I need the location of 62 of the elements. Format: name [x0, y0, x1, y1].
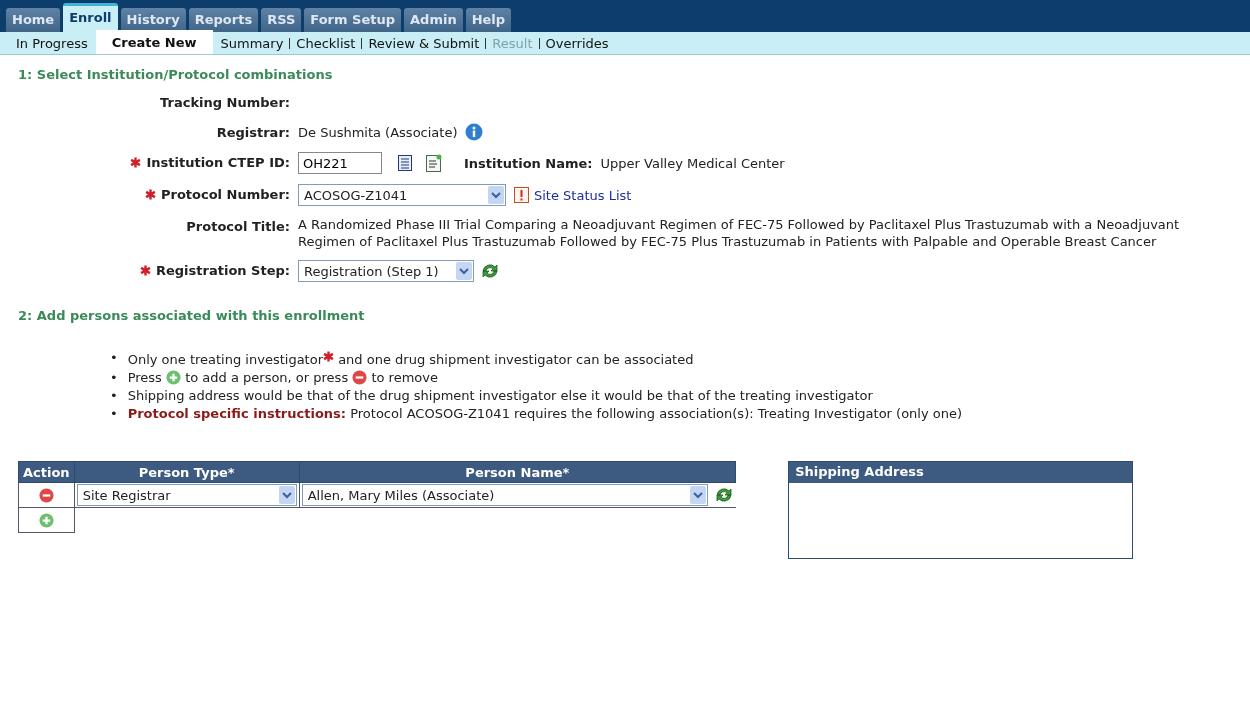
field-value: A Randomized Phase III Trial Comparing a Neoadjuvant Regimen of FEC-75 Followed by Paclitaxel Plus Trastuzumab with a Neoadjuvant Regimen of Paclitaxel Plus Trastuzumab Followed by FEC-75 Plus Trastuzumab in Patients with Palpable and Operable Breast Cancer — [298, 216, 1181, 250]
list-icon[interactable] — [398, 155, 412, 171]
instruction-text: Press to add a person, or press to remove — [127, 369, 438, 387]
site-status-link[interactable]: Site Status List — [534, 187, 632, 203]
document-icon[interactable] — [426, 154, 442, 172]
field-value: Upper Valley Medical Center — [600, 155, 785, 171]
subnav-link[interactable]: Summary — [214, 34, 290, 54]
required-icon — [140, 265, 151, 276]
alert-icon — [514, 186, 530, 204]
subnav-link[interactable]: In Progress — [10, 34, 94, 54]
nav-tab[interactable]: Admin — [404, 8, 463, 32]
subnav-link[interactable]: Review & Submit — [362, 34, 486, 54]
remove-icon[interactable] — [38, 487, 54, 503]
nav-tab[interactable]: Reports — [188, 8, 259, 32]
required-icon — [144, 189, 156, 200]
nav-tab[interactable]: Form Setup — [304, 8, 401, 32]
remove-icon[interactable] — [352, 370, 368, 385]
refresh-icon[interactable] — [480, 262, 500, 280]
add-icon[interactable] — [38, 512, 54, 528]
field-value: De Sushmita (Associate) — [298, 124, 458, 140]
protocol-dropdown[interactable]: ACOSOG-Z1041 — [298, 184, 506, 206]
required-icon — [323, 351, 334, 362]
bullet-marker: • — [110, 405, 118, 423]
bullet-marker: • — [110, 349, 118, 367]
info-icon[interactable] — [465, 123, 484, 141]
caret-icon — [488, 186, 504, 204]
instruction-text: Shipping address would be that of the drug shipment investigator else it would be that of the treating investigator — [127, 387, 873, 405]
subnav-link[interactable]: Overrides — [539, 34, 615, 54]
instruction-text: Only one treating investigator and one drug shipment investigator can be associated — [127, 350, 694, 369]
add-icon[interactable] — [166, 370, 182, 385]
nav-tab[interactable]: Home — [6, 8, 61, 32]
field-label: Protocol Number: — [160, 187, 290, 202]
person-name-dropdown[interactable]: Allen, Mary Miles (Associate) — [301, 484, 708, 506]
caret-icon — [456, 262, 472, 280]
ctep-id-field[interactable]: OH221 — [298, 152, 382, 174]
caret-icon — [278, 486, 295, 504]
registration-step-dropdown[interactable]: Registration (Step 1) — [298, 260, 474, 282]
bullet-marker: • — [110, 369, 118, 387]
instruction-text: Protocol specific instructions: Protocol ACOSOG-Z1041 requires the following association(s): Treating Investigator (only one) — [127, 405, 963, 423]
column-header: Person Name* — [299, 461, 736, 483]
nav-tab[interactable]: Help — [465, 8, 512, 32]
subnav-link[interactable]: Create New — [95, 30, 213, 54]
refresh-icon[interactable] — [713, 486, 734, 504]
field-label: Institution CTEP ID: — [146, 155, 290, 170]
section-title: 2: Add persons associated with this enrollment — [18, 308, 366, 323]
bullet-marker: • — [110, 387, 118, 405]
field-label: Protocol Title: — [186, 219, 290, 234]
section-title: 1: Select Institution/Protocol combinations — [18, 67, 334, 82]
person-type-dropdown[interactable]: Site Registrar — [76, 484, 297, 506]
column-header: Action — [18, 461, 75, 483]
field-label: Registrar: — [216, 125, 290, 140]
nav-tab[interactable]: Enroll — [63, 3, 118, 32]
caret-icon — [689, 486, 706, 504]
nav-tab[interactable]: RSS — [261, 8, 302, 32]
field-label: Tracking Number: — [160, 95, 290, 110]
nav-tab[interactable]: History — [120, 8, 186, 32]
panel-title: Shipping Address — [789, 462, 1133, 483]
column-header: Person Type* — [74, 461, 300, 483]
field-label: Registration Step: — [156, 263, 290, 278]
subnav-link[interactable]: Checklist — [290, 34, 362, 54]
required-icon — [130, 157, 142, 168]
field-label: Institution Name: — [464, 155, 593, 171]
